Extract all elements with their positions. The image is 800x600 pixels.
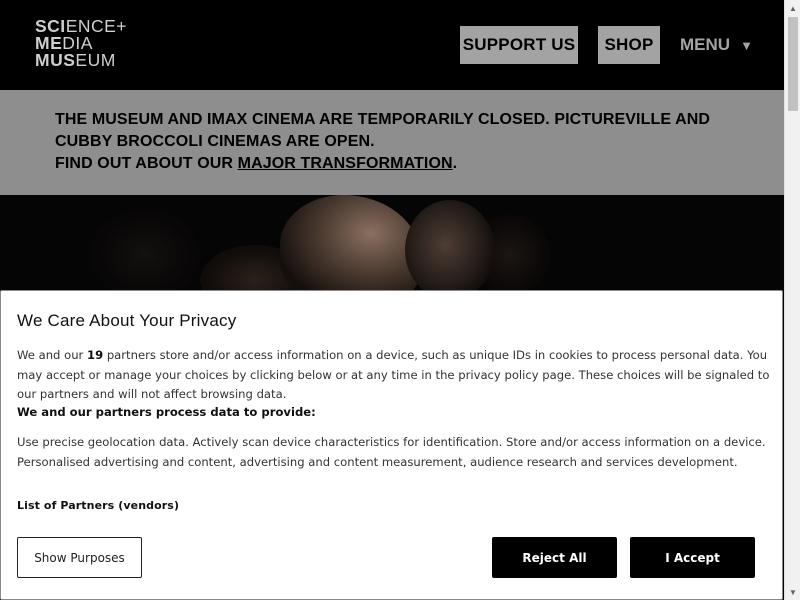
banner-line-2: CUBBY BROCCOLI CINEMAS ARE OPEN. <box>55 133 375 150</box>
banner-line-1: THE MUSEUM AND IMAX CINEMA ARE TEMPORARI… <box>55 111 711 128</box>
major-transformation-link[interactable]: MAJOR TRANSFORMATION <box>238 155 453 172</box>
closure-banner: THE MUSEUM AND IMAX CINEMA ARE TEMPORARI… <box>0 90 784 195</box>
caret-down-icon: ▼ <box>740 37 753 53</box>
site-logo[interactable]: SCIENCE+ MEDIA MUSEUM <box>35 17 127 70</box>
reject-all-button[interactable]: Reject All <box>492 537 617 578</box>
privacy-title: We Care About Your Privacy <box>17 311 237 330</box>
site-header: SCIENCE+ MEDIA MUSEUM SUPPORT US SHOP ME… <box>0 0 784 90</box>
banner-line-3: FIND OUT ABOUT OUR MAJOR TRANSFORMATION. <box>55 155 458 172</box>
privacy-description: We and our 19 partners store and/or acce… <box>17 348 770 401</box>
partner-count: 19 <box>87 348 104 362</box>
support-us-button[interactable]: SUPPORT US <box>460 26 578 64</box>
banner-text: THE MUSEUM AND IMAX CINEMA ARE TEMPORARI… <box>55 109 755 175</box>
menu-button[interactable]: MENU ▼ <box>680 26 753 64</box>
show-purposes-button[interactable]: Show Purposes <box>17 537 142 578</box>
hero-audience-face <box>405 200 495 295</box>
scrollbar-thumb[interactable] <box>788 17 798 111</box>
scroll-down-arrow-icon[interactable]: ▼ <box>785 584 800 600</box>
vertical-scrollbar[interactable]: ▲ ▼ <box>784 0 800 600</box>
privacy-consent-dialog: We Care About Your Privacy We and our 19… <box>0 290 783 600</box>
hero-image <box>0 195 784 295</box>
accept-button[interactable]: I Accept <box>630 537 755 578</box>
scroll-up-arrow-icon[interactable]: ▲ <box>785 0 800 16</box>
hero-audience-face <box>280 195 420 295</box>
page: SCIENCE+ MEDIA MUSEUM SUPPORT US SHOP ME… <box>0 0 784 600</box>
hero-audience-shape <box>90 210 200 295</box>
privacy-subheading: We and our partners process data to prov… <box>17 405 316 419</box>
partners-list-link[interactable]: List of Partners (vendors) <box>17 499 179 512</box>
logo-line-3: MUSEUM <box>35 50 116 70</box>
shop-button[interactable]: SHOP <box>598 26 660 64</box>
menu-label: MENU <box>680 35 731 54</box>
privacy-purposes: Use precise geolocation data. Actively s… <box>17 435 766 469</box>
